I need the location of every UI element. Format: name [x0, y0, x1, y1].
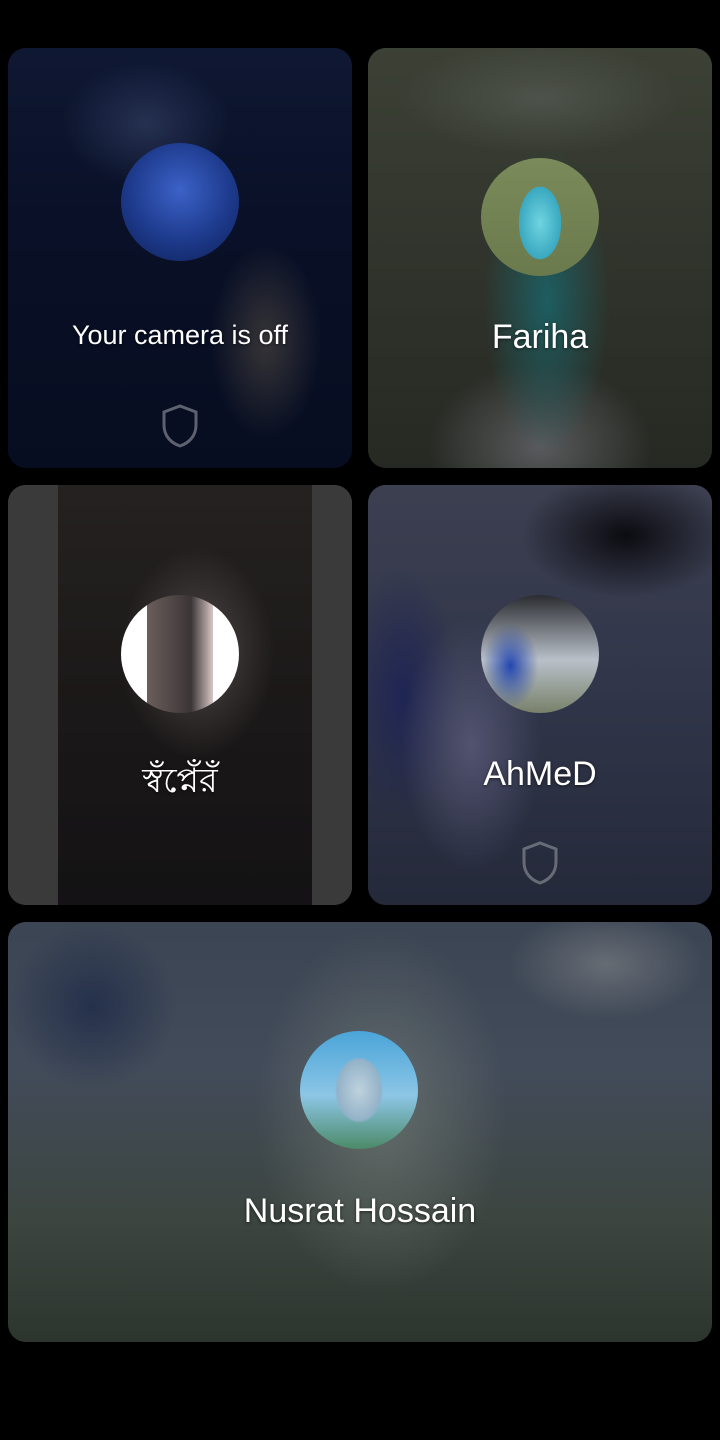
- participant-name: AhMeD: [483, 755, 597, 793]
- camera-off-label: Your camera is off: [71, 320, 289, 350]
- nusrat-avatar: [300, 1031, 418, 1149]
- fariha-avatar: [481, 158, 599, 276]
- participant-name: স্বঁপ্নেঁরঁ: [142, 762, 218, 800]
- participant-tile-ahmed[interactable]: AhMeD: [368, 485, 712, 905]
- participant-tile-fariha[interactable]: Fariha: [368, 48, 712, 468]
- participant-tile-swapner[interactable]: স্বঁপ্নেঁরঁ: [8, 485, 352, 905]
- participant-name: Nusrat Hossain: [243, 1192, 477, 1230]
- group-call-screen: Your camera is off Fariha স্বঁপ্নেঁরঁ Ah…: [0, 0, 720, 1440]
- participant-name: Fariha: [491, 318, 589, 356]
- participant-tile-nusrat[interactable]: Nusrat Hossain: [8, 922, 712, 1342]
- ahmed-avatar: [481, 595, 599, 713]
- self-avatar: [121, 143, 239, 261]
- participant-tile-self[interactable]: Your camera is off: [8, 48, 352, 468]
- shield-icon: [162, 404, 198, 448]
- shield-icon: [522, 841, 558, 885]
- swapner-avatar: [121, 595, 239, 713]
